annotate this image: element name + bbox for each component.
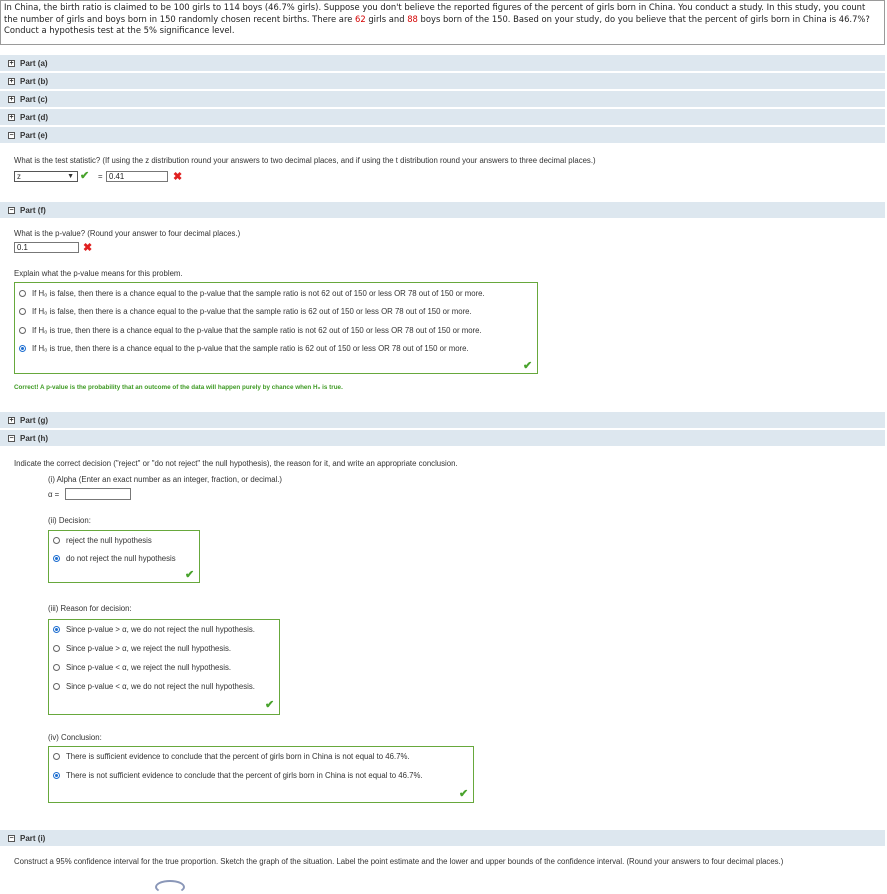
collapse-icon[interactable]: − <box>8 206 15 214</box>
part-h-header[interactable]: − Part (h) <box>0 430 885 447</box>
option-row[interactable]: There is sufficient evidence to conclude… <box>53 752 410 761</box>
graph-sketch-curve <box>155 880 185 894</box>
expand-icon[interactable]: + <box>8 113 15 121</box>
option-row[interactable]: There is not sufficient evidence to conc… <box>53 771 423 780</box>
distribution-value: z <box>17 172 21 181</box>
option-label: do not reject the null hypothesis <box>66 554 176 563</box>
option-row[interactable]: reject the null hypothesis <box>53 536 152 545</box>
option-row[interactable]: If H₀ is true, then there is a chance eq… <box>19 344 469 353</box>
option-label: If H₀ is false, then there is a chance e… <box>32 289 485 298</box>
part-a-header[interactable]: + Part (a) <box>0 55 885 72</box>
radio-button[interactable] <box>19 327 26 334</box>
option-label: reject the null hypothesis <box>66 536 152 545</box>
part-i-header[interactable]: − Part (i) <box>0 830 885 847</box>
option-row[interactable]: If H₀ is false, then there is a chance e… <box>19 307 472 316</box>
part-c-label: Part (c) <box>20 94 48 104</box>
conclusion-label: (iv) Conclusion: <box>48 733 102 742</box>
part-g-header[interactable]: + Part (g) <box>0 412 885 429</box>
radio-button-selected[interactable] <box>53 555 60 562</box>
option-label: Since p-value < α, we reject the null hy… <box>66 663 232 672</box>
boys-count: 88 <box>407 13 418 24</box>
part-f-label: Part (f) <box>20 205 46 215</box>
equals-sign: = <box>98 172 103 181</box>
correct-check-icon: ✔ <box>265 699 275 711</box>
radio-button[interactable] <box>19 308 26 315</box>
part-g-label: Part (g) <box>20 415 48 425</box>
wrong-x-icon: ✖ <box>83 242 93 254</box>
expand-icon[interactable]: + <box>8 59 15 67</box>
option-label: There is sufficient evidence to conclude… <box>66 752 410 761</box>
p-value-input[interactable]: 0.1 <box>14 242 79 253</box>
distribution-select[interactable]: z ▼ <box>14 171 78 182</box>
radio-button[interactable] <box>53 753 60 760</box>
part-e-question: What is the test statistic? (If using th… <box>14 156 596 165</box>
alpha-input[interactable] <box>65 488 131 500</box>
radio-button[interactable] <box>19 290 26 297</box>
radio-button-selected[interactable] <box>53 626 60 633</box>
option-label: If H₀ is true, then there is a chance eq… <box>32 344 469 353</box>
option-label: Since p-value > α, we reject the null hy… <box>66 644 232 653</box>
option-row[interactable]: Since p-value > α, we reject the null hy… <box>53 644 231 653</box>
radio-button[interactable] <box>53 645 60 652</box>
girls-count: 62 <box>355 13 366 24</box>
problem-text-2: girls and <box>365 13 408 24</box>
conclusion-options: There is sufficient evidence to conclude… <box>48 746 474 803</box>
chevron-down-icon: ▼ <box>67 173 74 180</box>
part-f-question: What is the p-value? (Round your answer … <box>14 229 241 238</box>
radio-button-selected[interactable] <box>19 345 26 352</box>
collapse-icon[interactable]: − <box>8 131 15 139</box>
test-statistic-input[interactable]: 0.41 <box>106 171 168 182</box>
option-label: If H₀ is true, then there is a chance eq… <box>32 326 482 335</box>
reason-options: Since p-value > α, we do not reject the … <box>48 619 280 715</box>
part-h-intro: Indicate the correct decision ("reject" … <box>14 459 458 468</box>
alpha-label: (i) Alpha (Enter an exact number as an i… <box>48 475 283 484</box>
radio-button[interactable] <box>53 664 60 671</box>
correct-feedback: Correct! A p-value is the probability th… <box>14 384 343 391</box>
option-label: Since p-value > α, we do not reject the … <box>66 625 255 634</box>
expand-icon[interactable]: + <box>8 95 15 103</box>
expand-icon[interactable]: + <box>8 77 15 85</box>
alpha-equals: α = <box>48 490 60 499</box>
option-row[interactable]: Since p-value < α, we do not reject the … <box>53 682 255 691</box>
correct-check-icon: ✔ <box>523 360 533 372</box>
part-e-header[interactable]: − Part (e) <box>0 127 885 144</box>
option-label: Since p-value < α, we do not reject the … <box>66 682 255 691</box>
correct-check-icon: ✔ <box>80 170 90 182</box>
part-d-header[interactable]: + Part (d) <box>0 109 885 126</box>
part-f-header[interactable]: − Part (f) <box>0 202 885 219</box>
part-a-label: Part (a) <box>20 58 48 68</box>
part-e-label: Part (e) <box>20 130 48 140</box>
radio-button[interactable] <box>53 683 60 690</box>
radio-button[interactable] <box>53 537 60 544</box>
option-label: If H₀ is false, then there is a chance e… <box>32 307 472 316</box>
option-row[interactable]: do not reject the null hypothesis <box>53 554 176 563</box>
wrong-x-icon: ✖ <box>173 171 183 183</box>
decision-options: reject the null hypothesis do not reject… <box>48 530 200 583</box>
option-row[interactable]: Since p-value < α, we reject the null hy… <box>53 663 231 672</box>
part-i-label: Part (i) <box>20 833 46 843</box>
problem-statement: In China, the birth ratio is claimed to … <box>0 0 885 45</box>
part-b-header[interactable]: + Part (b) <box>0 73 885 90</box>
option-row[interactable]: Since p-value > α, we do not reject the … <box>53 625 255 634</box>
p-value-meaning-options: If H₀ is false, then there is a chance e… <box>14 282 538 374</box>
correct-check-icon: ✔ <box>459 788 469 800</box>
option-row[interactable]: If H₀ is true, then there is a chance eq… <box>19 326 482 335</box>
collapse-icon[interactable]: − <box>8 834 15 842</box>
part-i-question: Construct a 95% confidence interval for … <box>14 857 784 866</box>
radio-button-selected[interactable] <box>53 772 60 779</box>
part-b-label: Part (b) <box>20 76 48 86</box>
option-row[interactable]: If H₀ is false, then there is a chance e… <box>19 289 485 298</box>
decision-label: (ii) Decision: <box>48 516 91 525</box>
part-h-label: Part (h) <box>20 433 48 443</box>
explain-prompt: Explain what the p-value means for this … <box>14 269 183 278</box>
correct-check-icon: ✔ <box>185 569 195 581</box>
part-c-header[interactable]: + Part (c) <box>0 91 885 108</box>
collapse-icon[interactable]: − <box>8 434 15 442</box>
reason-label: (iii) Reason for decision: <box>48 604 132 613</box>
expand-icon[interactable]: + <box>8 416 15 424</box>
option-label: There is not sufficient evidence to conc… <box>66 771 423 780</box>
part-d-label: Part (d) <box>20 112 48 122</box>
